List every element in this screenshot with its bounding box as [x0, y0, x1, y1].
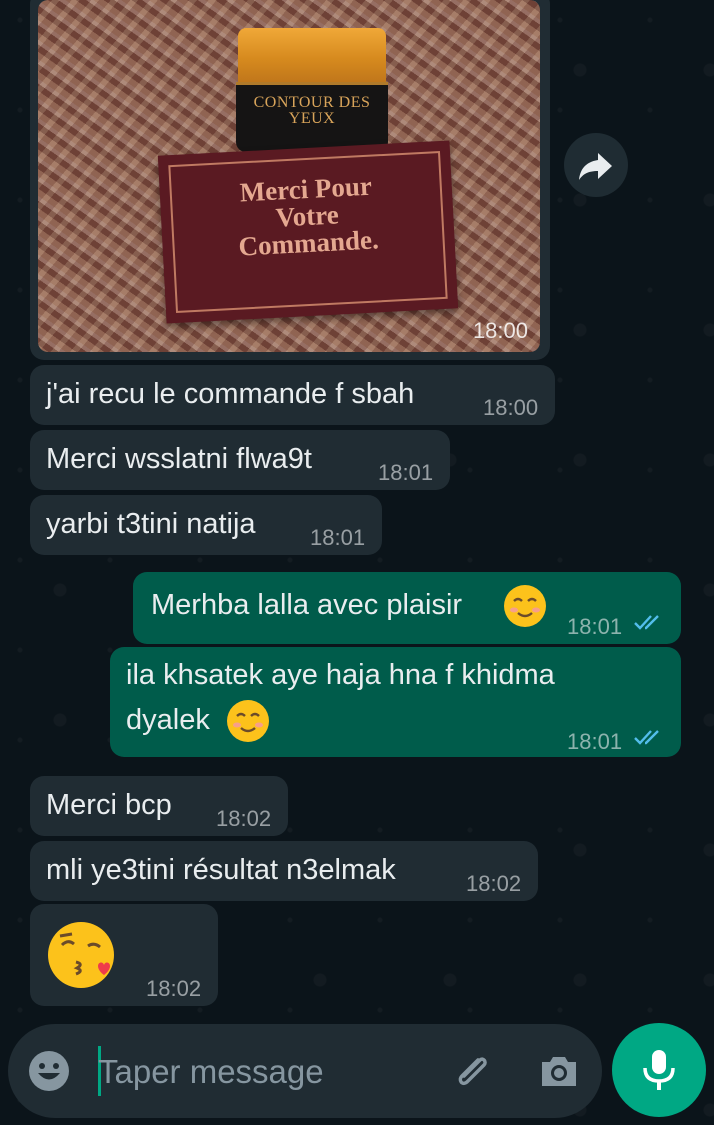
camera-icon[interactable] — [536, 1048, 582, 1094]
message-text: mli ye3tini résultat n3elmak — [46, 854, 396, 886]
emoji-icon[interactable] — [26, 1048, 72, 1094]
attach-icon[interactable] — [448, 1048, 494, 1094]
message-text-line-1: ila khsatek aye haja hna f khidma — [126, 659, 555, 691]
jar: CONTOUR DES YEUX — [236, 82, 388, 152]
message-time: 18:02 — [146, 976, 202, 1001]
mic-icon — [643, 1050, 675, 1090]
outgoing-message[interactable]: Merhba lalla avec plaisir 18:01 — [133, 572, 681, 644]
message-time: 18:01 — [378, 460, 434, 485]
message-composer: Taper message — [8, 1024, 602, 1118]
message-time: 18:00 — [472, 318, 528, 343]
message-time: 18:02 — [216, 806, 272, 831]
forward-icon — [579, 153, 612, 180]
message-time: 18:01 — [567, 614, 623, 639]
message-time: 18:02 — [466, 871, 522, 896]
read-ticks-icon — [634, 615, 659, 630]
read-ticks-icon — [634, 730, 659, 745]
smiling-face-emoji-icon — [504, 585, 546, 627]
card-text: Merci Pour Votre Commande. — [237, 170, 380, 262]
incoming-message[interactable]: yarbi t3tini natija 18:01 — [30, 495, 382, 555]
forward-button[interactable] — [564, 133, 628, 197]
incoming-message[interactable]: j'ai recu le commande f sbah 18:00 — [30, 365, 555, 425]
thank-you-card: Merci Pour Votre Commande. — [157, 140, 459, 324]
message-text-line-2: dyalek — [126, 704, 210, 736]
message-time: 18:01 — [310, 525, 366, 550]
message-text: Merci bcp — [46, 789, 172, 821]
smiling-face-emoji-icon — [227, 700, 269, 742]
message-text: yarbi t3tini natija — [46, 508, 256, 540]
photo-thumbnail[interactable]: CONTOUR DES YEUX Merci Pour Votre Comman… — [38, 0, 540, 352]
outgoing-message[interactable]: ila khsatek aye haja hna f khidma dyalek… — [110, 647, 681, 757]
message-text: j'ai recu le commande f sbah — [46, 378, 415, 410]
message-text: Merhba lalla avec plaisir — [151, 589, 463, 621]
message-text: Merci wsslatni flwa9t — [46, 443, 312, 475]
face-blowing-a-kiss-emoji-icon — [48, 922, 114, 988]
voice-message-button[interactable] — [612, 1023, 706, 1117]
incoming-message[interactable]: Merci wsslatni flwa9t 18:01 — [30, 430, 450, 490]
jar-lid — [238, 28, 386, 90]
incoming-message[interactable]: Merci bcp 18:02 — [30, 776, 288, 836]
incoming-message[interactable]: mli ye3tini résultat n3elmak 18:02 — [30, 841, 538, 901]
message-time: 18:00 — [483, 395, 539, 420]
message-time: 18:01 — [567, 729, 623, 754]
message-input[interactable]: Taper message — [98, 1052, 438, 1092]
jar-label: CONTOUR DES YEUX — [253, 94, 371, 127]
incoming-message[interactable]: 18:02 — [30, 904, 218, 1006]
